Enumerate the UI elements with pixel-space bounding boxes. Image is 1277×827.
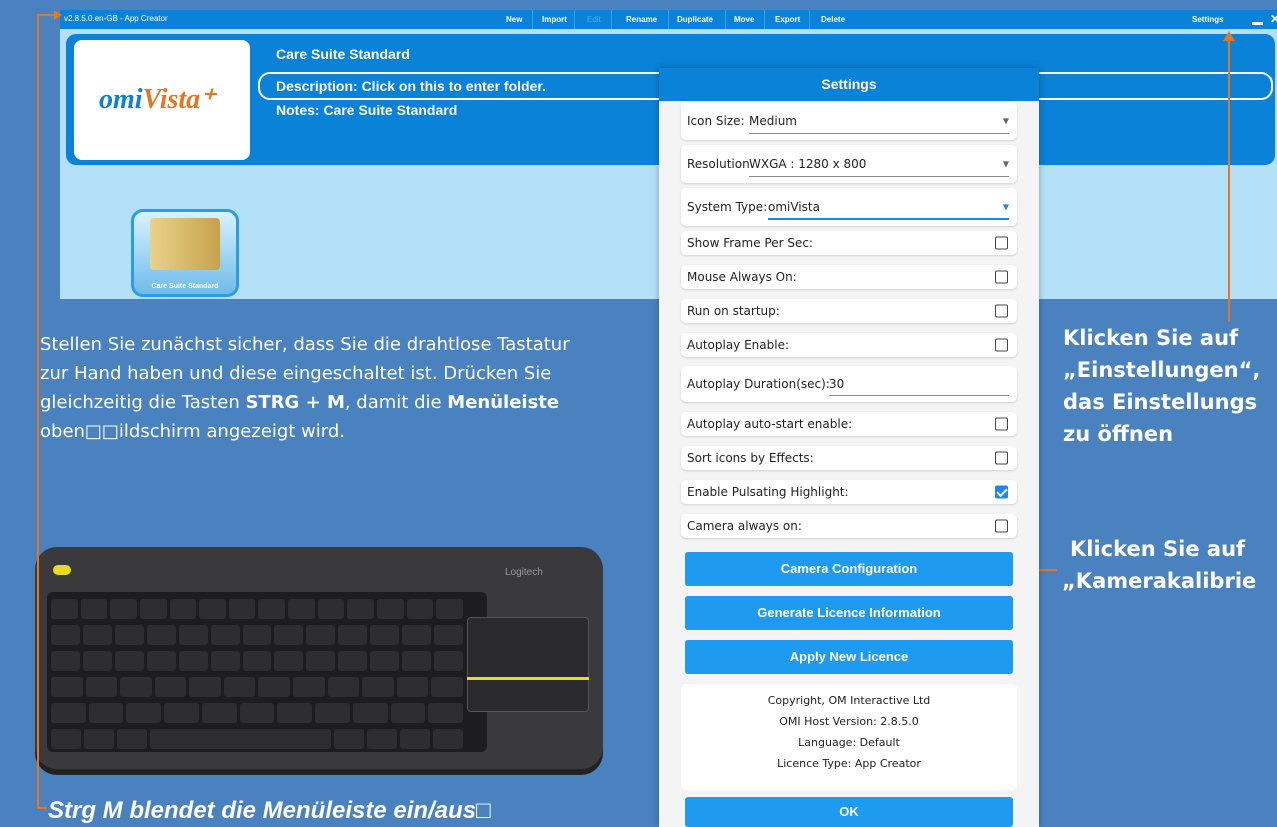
- autoplay-autostart-row[interactable]: Autoplay auto-start enable:: [681, 412, 1017, 436]
- arrow-head-icon: [54, 10, 62, 20]
- duplicate-button[interactable]: Duplicate: [673, 10, 717, 29]
- new-button[interactable]: New: [502, 10, 526, 29]
- menu-bar: v2.8.5.0.en-GB - App Creator New Import …: [60, 10, 1277, 29]
- mouse-on-row[interactable]: Mouse Always On:: [681, 265, 1017, 289]
- keyboard-image: Logitech: [35, 547, 603, 769]
- move-button[interactable]: Move: [730, 10, 758, 29]
- show-fps-label: Show Frame Per Sec:: [687, 236, 813, 250]
- folder-title: Care Suite Standard: [276, 46, 410, 62]
- sort-icons-label: Sort icons by Effects:: [687, 451, 814, 465]
- folder-logo: omiVista⁺: [74, 40, 250, 160]
- camera-on-label: Camera always on:: [687, 519, 802, 533]
- autoplay-enable-label: Autoplay Enable:: [687, 338, 789, 352]
- key-row: [51, 625, 463, 645]
- resolution-value: WXGA : 1280 x 800: [749, 157, 867, 171]
- ok-button[interactable]: OK: [685, 797, 1013, 827]
- close-icon[interactable]: ✕: [1270, 12, 1277, 26]
- settings-title: Settings: [659, 68, 1039, 101]
- menu-divider: [611, 10, 612, 29]
- autoplay-duration-value[interactable]: 30: [829, 377, 844, 391]
- mouse-on-checkbox[interactable]: [995, 270, 1008, 284]
- camera-on-checkbox[interactable]: [995, 519, 1008, 533]
- camera-annotation: Klicken Sie auf „Kamerakalibrie: [1062, 537, 1257, 593]
- folder-notes: Notes: Care Suite Standard: [276, 102, 458, 118]
- touchpad-accent-line: [467, 677, 589, 680]
- apply-licence-button[interactable]: Apply New Licence: [685, 640, 1013, 674]
- run-startup-checkbox[interactable]: [995, 304, 1008, 318]
- menu-divider: [574, 10, 575, 29]
- run-startup-row[interactable]: Run on startup:: [681, 299, 1017, 323]
- key-row: [51, 651, 463, 671]
- delete-button[interactable]: Delete: [817, 10, 849, 29]
- camera-configuration-button[interactable]: Camera Configuration: [685, 552, 1013, 586]
- icon-size-select[interactable]: Icon Size: Medium ▼: [681, 102, 1017, 140]
- autoplay-autostart-label: Autoplay auto-start enable:: [687, 417, 853, 431]
- menu-divider: [532, 10, 533, 29]
- app-version-label: v2.8.5.0.en-GB - App Creator: [64, 14, 168, 23]
- minimize-icon[interactable]: [1252, 22, 1263, 25]
- keyboard-brand: Logitech: [505, 567, 543, 578]
- rename-button[interactable]: Rename: [622, 10, 661, 29]
- copyright-text: Copyright, OM Interactive Ltd: [767, 694, 931, 707]
- resolution-label: Resolution: [687, 157, 750, 171]
- menu-divider: [809, 10, 810, 29]
- chevron-down-icon: ▼: [1002, 159, 1009, 169]
- sort-icons-row[interactable]: Sort icons by Effects:: [681, 446, 1017, 470]
- menu-divider: [764, 10, 765, 29]
- camera-on-row[interactable]: Camera always on:: [681, 514, 1017, 538]
- show-fps-row[interactable]: Show Frame Per Sec:: [681, 231, 1017, 255]
- generate-licence-button[interactable]: Generate Licence Information: [685, 596, 1013, 630]
- sort-icons-checkbox[interactable]: [995, 451, 1008, 465]
- autoplay-duration-label: Autoplay Duration(sec):: [687, 377, 830, 391]
- host-version-text: OMI Host Version: 2.8.5.0: [779, 715, 919, 728]
- chevron-down-icon: ▼: [1002, 202, 1009, 212]
- key-row: [51, 599, 463, 619]
- arrow-head-icon: [1223, 31, 1235, 41]
- show-fps-checkbox[interactable]: [995, 236, 1008, 250]
- resolution-select[interactable]: Resolution WXGA : 1280 x 800 ▼: [681, 145, 1017, 183]
- arrow-line: [1228, 40, 1230, 322]
- keyboard-caption: Strg M blendet die Menüleiste ein/aus□: [48, 797, 491, 824]
- edit-button[interactable]: Edit: [583, 10, 605, 29]
- omivista-logo: omiVista⁺: [99, 84, 215, 115]
- settings-dialog: Settings Icon Size: Medium ▼ Resolution …: [659, 68, 1039, 827]
- chevron-down-icon: ▼: [1002, 116, 1009, 126]
- autoplay-autostart-checkbox[interactable]: [995, 417, 1008, 431]
- system-type-label: System Type:: [687, 200, 768, 214]
- instruction-text: Stellen Sie zunächst sicher, dass Sie di…: [40, 334, 570, 442]
- menu-divider: [668, 10, 669, 29]
- pulsating-row[interactable]: Enable Pulsating Highlight:: [681, 480, 1017, 504]
- language-text: Language: Default: [798, 736, 900, 749]
- autoplay-enable-checkbox[interactable]: [995, 338, 1008, 352]
- arrow-line: [37, 14, 39, 809]
- folder-icon: [150, 218, 220, 270]
- settings-button[interactable]: Settings: [1192, 10, 1224, 29]
- icon-size-value: Medium: [749, 114, 797, 128]
- key-row: [51, 729, 464, 749]
- menu-divider: [725, 10, 726, 29]
- run-startup-label: Run on startup:: [687, 304, 780, 318]
- pulsating-checkbox[interactable]: [995, 485, 1008, 499]
- pulsating-label: Enable Pulsating Highlight:: [687, 485, 849, 499]
- licence-info-box: Copyright, OM Interactive Ltd OMI Host V…: [681, 684, 1017, 790]
- icon-size-label: Icon Size:: [687, 114, 745, 128]
- autoplay-duration-field[interactable]: Autoplay Duration(sec): 30: [681, 366, 1017, 402]
- key-row: [51, 677, 463, 697]
- settings-annotation: Klicken Sie auf „Einstellungen“, das Ein…: [1063, 326, 1261, 446]
- mouse-on-label: Mouse Always On:: [687, 270, 797, 284]
- arrow-line: [37, 807, 47, 809]
- licence-type-text: Licence Type: App Creator: [777, 757, 921, 770]
- system-type-select[interactable]: System Type: omiVista ▼: [681, 188, 1017, 226]
- folder-tile[interactable]: Care Suite Standard: [131, 209, 239, 297]
- touchpad: [467, 617, 589, 712]
- import-button[interactable]: Import: [538, 10, 571, 29]
- autoplay-enable-row[interactable]: Autoplay Enable:: [681, 333, 1017, 357]
- export-button[interactable]: Export: [771, 10, 804, 29]
- key-row: [51, 703, 464, 723]
- power-button-icon: [53, 565, 71, 575]
- folder-tile-caption: Care Suite Standard: [151, 283, 219, 290]
- system-type-value: omiVista: [768, 200, 820, 214]
